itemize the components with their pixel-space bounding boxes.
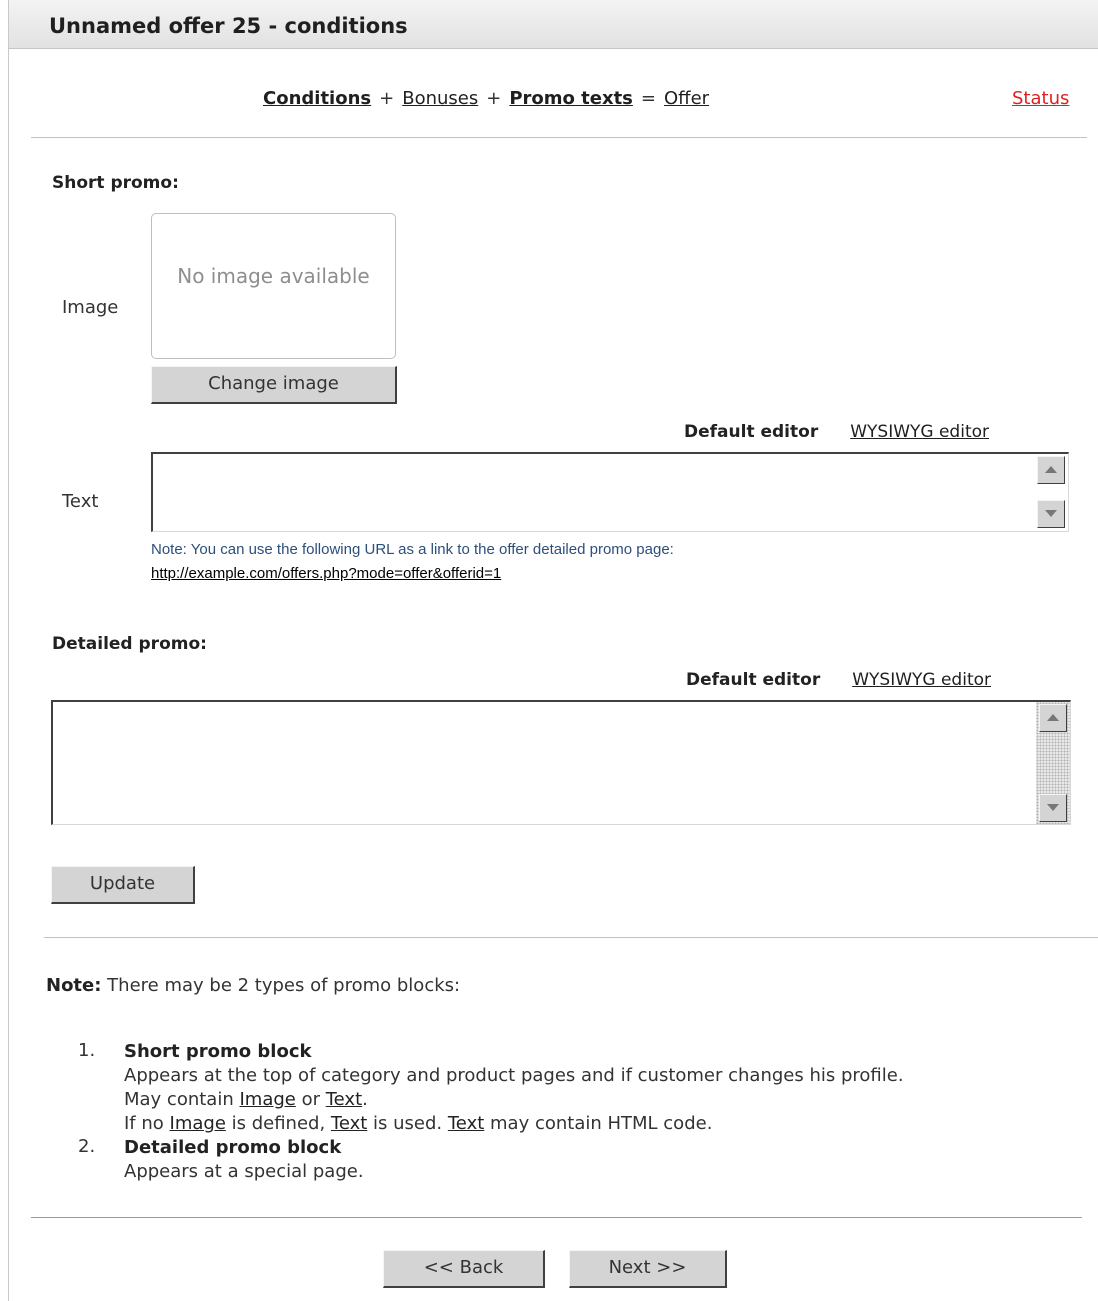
- short-promo-editor-switch: Default editor WYSIWYG editor: [684, 422, 989, 442]
- list-item-line: May contain Image or Text.: [124, 1089, 368, 1110]
- scroll-down-button[interactable]: [1039, 794, 1067, 822]
- scroll-up-button[interactable]: [1037, 456, 1065, 484]
- short-promo-textarea[interactable]: [151, 452, 1069, 532]
- list-number: 1.: [78, 1040, 96, 1061]
- detailed-promo-heading: Detailed promo:: [52, 634, 207, 654]
- step-offer-link[interactable]: Offer: [664, 88, 709, 109]
- scroll-up-button[interactable]: [1039, 704, 1067, 732]
- note-label: Note:: [46, 975, 102, 996]
- list-item-line: If no Image is defined, Text is used. Te…: [124, 1113, 713, 1134]
- text-term: Text: [447, 1113, 485, 1134]
- back-button[interactable]: << Back: [383, 1250, 545, 1288]
- page-title: Unnamed offer 25 - conditions: [49, 14, 408, 38]
- step-conditions-link[interactable]: Conditions: [263, 88, 371, 109]
- divider: [31, 137, 1087, 138]
- no-image-placeholder: No image available: [151, 213, 396, 359]
- default-editor-label: Default editor: [684, 422, 819, 442]
- arrow-down-icon: [1045, 510, 1057, 517]
- arrow-down-icon: [1047, 804, 1059, 811]
- status-link[interactable]: Status: [1012, 88, 1069, 109]
- detailed-promo-editor-switch: Default editor WYSIWYG editor: [686, 670, 991, 690]
- list-number: 2.: [78, 1136, 96, 1157]
- next-button[interactable]: Next >>: [569, 1250, 727, 1288]
- detailed-promo-textarea[interactable]: [51, 700, 1071, 825]
- list-item-title: Short promo block: [124, 1041, 312, 1062]
- arrow-up-icon: [1047, 714, 1059, 721]
- short-promo-heading: Short promo:: [52, 173, 179, 193]
- plus-sign: +: [486, 88, 502, 109]
- url-note: Note: You can use the following URL as a…: [151, 541, 674, 558]
- image-label: Image: [62, 297, 119, 318]
- short-promo-scrollbar[interactable]: [1034, 454, 1068, 531]
- divider: [44, 937, 1098, 938]
- left-border: [8, 0, 9, 1301]
- update-button[interactable]: Update: [51, 866, 195, 904]
- wysiwyg-editor-link[interactable]: WYSIWYG editor: [852, 670, 991, 690]
- plus-sign: +: [379, 88, 395, 109]
- step-bonuses-link[interactable]: Bonuses: [402, 88, 478, 109]
- wysiwyg-editor-link[interactable]: WYSIWYG editor: [850, 422, 989, 442]
- offer-url-link[interactable]: http://example.com/offers.php?mode=offer…: [151, 565, 501, 582]
- image-term: Image: [239, 1089, 296, 1110]
- list-item-line: Appears at the top of category and produ…: [124, 1065, 904, 1086]
- change-image-button[interactable]: Change image: [151, 366, 397, 404]
- note-intro: Note: There may be 2 types of promo bloc…: [46, 975, 460, 996]
- arrow-up-icon: [1045, 466, 1057, 473]
- wizard-steps: Conditions + Bonuses + Promo texts = Offer: [263, 88, 709, 109]
- scroll-down-button[interactable]: [1037, 500, 1065, 528]
- text-label: Text: [62, 491, 99, 512]
- list-item-title: Detailed promo block: [124, 1137, 342, 1158]
- default-editor-label: Default editor: [686, 670, 821, 690]
- text-term: Text: [330, 1113, 368, 1134]
- detailed-promo-scrollbar[interactable]: [1036, 702, 1070, 824]
- list-item-line: Appears at a special page.: [124, 1161, 364, 1182]
- title-bar: Unnamed offer 25 - conditions: [9, 0, 1098, 49]
- note-text: There may be 2 types of promo blocks:: [101, 975, 461, 996]
- divider: [31, 1217, 1082, 1218]
- image-term: Image: [169, 1113, 226, 1134]
- step-promo-texts-link[interactable]: Promo texts: [509, 88, 633, 109]
- text-term: Text: [325, 1089, 363, 1110]
- equals-sign: =: [640, 88, 656, 109]
